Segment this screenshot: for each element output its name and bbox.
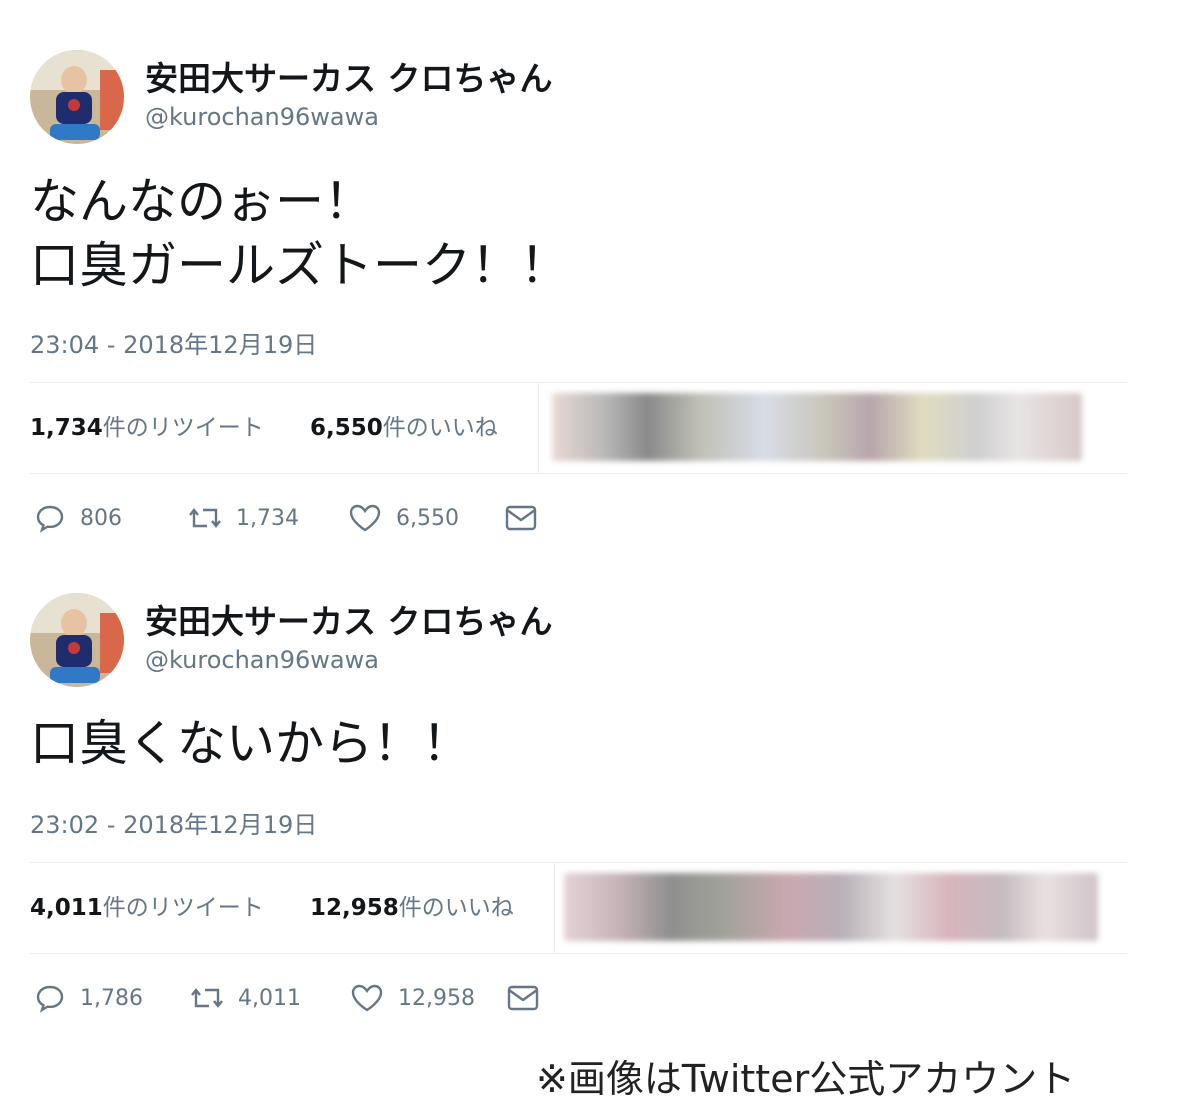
tweet-stats: 4,011件のリツイート 12,958件のいいね [30,862,1127,954]
retweet-count: 1,734 [30,415,103,441]
reply-count: 1,786 [80,985,143,1011]
tweet-timestamp[interactable]: 23:04 - 2018年12月19日 [30,325,317,360]
liker-avatars-blurred[interactable] [564,873,1098,941]
user-handle[interactable]: @kurochan96wawa [145,646,379,674]
liker-avatars-blurred[interactable] [552,393,1082,461]
heart-icon [351,984,383,1012]
like-action[interactable]: 12,958 [350,978,475,1018]
user-handle[interactable]: @kurochan96wawa [145,103,379,131]
tweet-text: 口臭くないから！！ [30,712,471,776]
dm-action[interactable] [504,498,552,538]
tweet-text-line: 口臭ガールズトーク！！ [30,237,570,294]
tweet-1: 安田大サーカス クロちゃん @kurochan96wawa なんなのぉー！ 口臭… [0,0,1200,560]
like-count-label: 件のいいね [398,895,514,921]
like-action-count: 12,958 [398,985,475,1011]
mail-icon [505,505,537,531]
display-name[interactable]: 安田大サーカス クロちゃん [145,52,553,100]
like-action[interactable]: 6,550 [348,498,459,538]
reply-icon [36,985,64,1013]
image-credit-caption: ※画像はTwitter公式アカウント [536,1057,1076,1101]
reply-icon [36,505,64,533]
reply-action[interactable]: 1,786 [34,978,143,1018]
reply-action[interactable]: 806 [34,498,122,538]
like-count: 12,958 [310,895,399,921]
like-count-stat[interactable]: 12,958件のいいね [310,863,514,953]
tweet-actions: 806 1,734 6,550 [30,498,630,538]
like-count-stat[interactable]: 6,550件のいいね [310,383,498,473]
retweet-action[interactable]: 4,011 [190,978,301,1018]
retweet-icon [189,508,221,528]
avatar[interactable] [30,593,124,687]
retweet-action[interactable]: 1,734 [188,498,299,538]
dm-action[interactable] [506,978,554,1018]
retweet-count-label: 件のリツイート [102,895,264,921]
retweet-count-stat[interactable]: 1,734件のリツイート [30,383,264,473]
retweet-count-stat[interactable]: 4,011件のリツイート [30,863,264,953]
like-count: 6,550 [310,415,383,441]
retweet-action-count: 4,011 [238,985,301,1011]
stats-divider [554,863,555,953]
mail-icon [507,985,539,1011]
tweet-text-line: 口臭くないから！！ [30,715,472,772]
retweet-count: 4,011 [30,895,103,921]
retweet-icon [191,988,223,1008]
reply-count: 806 [80,505,122,531]
tweet-actions: 1,786 4,011 12,958 [30,978,630,1018]
retweet-count-label: 件のリツイート [102,415,264,441]
like-action-count: 6,550 [396,505,459,531]
retweet-action-count: 1,734 [236,505,299,531]
tweet-text: なんなのぉー！ 口臭ガールズトーク！！ [30,170,569,298]
display-name[interactable]: 安田大サーカス クロちゃん [145,595,553,643]
tweet-timestamp[interactable]: 23:02 - 2018年12月19日 [30,805,317,840]
tweet-text-line: なんなのぉー！ [30,173,374,230]
stats-divider [538,383,539,473]
heart-icon [349,504,381,532]
avatar[interactable] [30,50,124,144]
like-count-label: 件のいいね [382,415,498,441]
tweet-stats: 1,734件のリツイート 6,550件のいいね [30,382,1127,474]
